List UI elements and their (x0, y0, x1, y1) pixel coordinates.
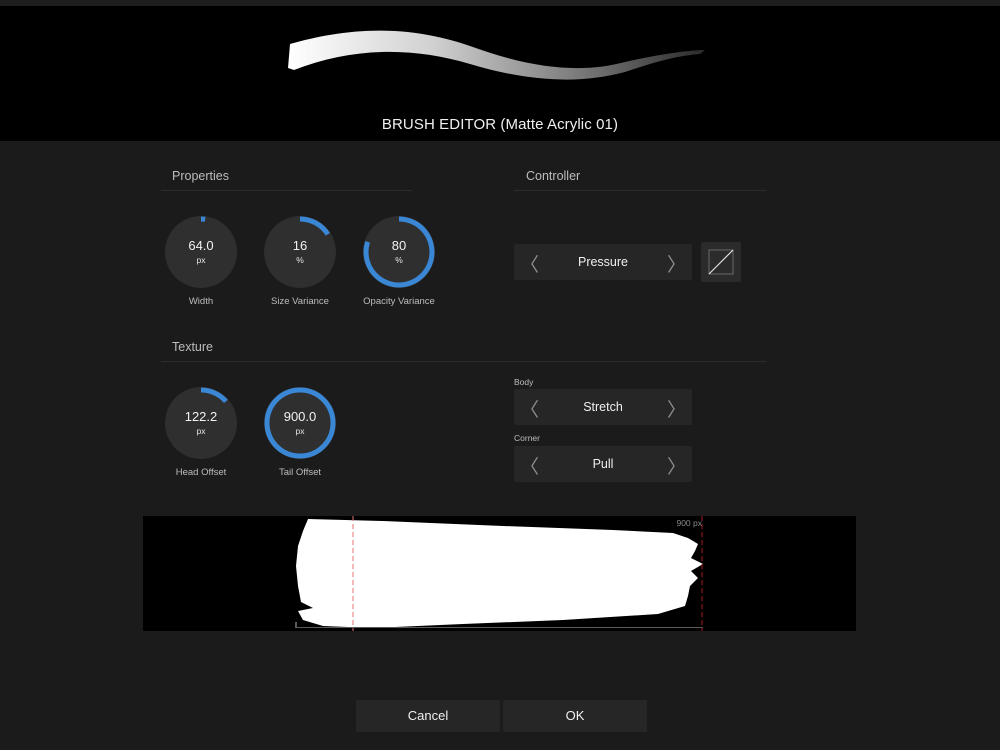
controller-section-title: Controller (526, 169, 581, 183)
tail-offset-value: 900.0 (283, 409, 317, 424)
tail-offset-label: Tail Offset (278, 467, 322, 478)
size-variance-unit: % (296, 255, 304, 265)
corner-selector-value: Pull (592, 457, 614, 471)
chevron-right-icon[interactable]: 〉 (667, 250, 686, 277)
corner-selector[interactable]: 〈 Pull 〉 (514, 446, 692, 482)
properties-divider (161, 190, 412, 191)
width-unit: px (196, 255, 206, 265)
brush-preview-header: BRUSH EDITOR (Matte Acrylic 01) (0, 6, 1000, 141)
controller-divider (514, 190, 766, 191)
linear-curve-icon (708, 249, 734, 275)
texture-section-title: Texture (172, 340, 213, 354)
head-offset-knob[interactable]: 122.2 px (163, 385, 239, 461)
preview-length-label: 900 px (676, 518, 702, 528)
window-title: BRUSH EDITOR (Matte Acrylic 01) (381, 116, 619, 133)
opacity-variance-label: Opacity Variance (363, 296, 435, 307)
cancel-button[interactable]: Cancel (356, 700, 500, 732)
opacity-variance-unit: % (395, 255, 403, 265)
curve-editor-button[interactable] (701, 242, 741, 282)
chevron-right-icon[interactable]: 〉 (667, 452, 686, 479)
size-variance-value: 16 (292, 238, 308, 253)
texture-stroke (295, 516, 703, 631)
controller-selector-value: Pressure (577, 255, 629, 269)
tail-offset-unit: px (295, 426, 305, 436)
chevron-right-icon[interactable]: 〉 (667, 395, 686, 422)
width-value: 64.0 (188, 238, 214, 253)
properties-section-title: Properties (172, 169, 229, 183)
head-offset-unit: px (196, 426, 206, 436)
width-knob[interactable]: 64.0 px (163, 214, 239, 290)
body-caption: Body (514, 377, 534, 387)
body-selector-value: Stretch (583, 400, 623, 414)
brush-stroke-preview (288, 30, 705, 80)
head-offset-value: 122.2 (184, 409, 218, 424)
ok-button[interactable]: OK (503, 700, 647, 732)
size-variance-knob[interactable]: 16 % (262, 214, 338, 290)
texture-divider (161, 361, 766, 362)
opacity-variance-knob[interactable]: 80 % (361, 214, 437, 290)
opacity-variance-value: 80 (391, 238, 407, 253)
corner-caption: Corner (514, 433, 540, 443)
tail-offset-knob[interactable]: 900.0 px (262, 385, 338, 461)
body-selector[interactable]: 〈 Stretch 〉 (514, 389, 692, 425)
texture-preview[interactable]: 900 px (143, 516, 856, 631)
controller-selector[interactable]: 〈 Pressure 〉 (514, 244, 692, 280)
